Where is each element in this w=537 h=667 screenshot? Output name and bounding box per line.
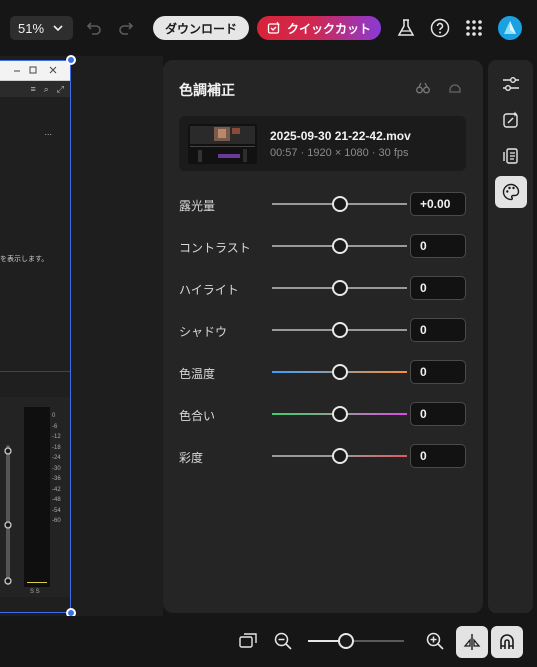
zoom-slider-handle[interactable] xyxy=(338,633,355,649)
zoom-level-value: 51% xyxy=(18,20,45,36)
temperature-value-input[interactable]: 0 xyxy=(410,360,466,384)
menu-icon: ≡ xyxy=(30,84,36,94)
avatar[interactable] xyxy=(498,16,522,40)
source-file-card[interactable]: 2025-09-30 21-22-42.mov 00:57 · 1920 × 1… xyxy=(179,116,466,171)
resize-handle-top[interactable] xyxy=(66,55,76,65)
split-icon xyxy=(463,634,481,650)
divider xyxy=(0,371,70,372)
highlights-slider-handle[interactable] xyxy=(331,280,348,296)
quickcut-button[interactable]: クイックカット xyxy=(257,16,381,40)
quickcut-label: クイックカット xyxy=(286,21,371,36)
magnet-button[interactable] xyxy=(491,626,523,658)
saturation-slider-handle[interactable] xyxy=(331,448,348,464)
audio-level-line xyxy=(27,582,47,583)
tint-slider-handle[interactable] xyxy=(331,406,348,422)
file-name: 2025-09-30 21-22-42.mov xyxy=(270,129,411,143)
adjust-row-saturation: 彩度 0 xyxy=(179,444,467,468)
speed-button[interactable] xyxy=(495,140,527,172)
exposure-value-input[interactable]: +0.00 xyxy=(410,192,466,216)
quickcut-icon xyxy=(267,21,280,34)
reset-icon[interactable] xyxy=(447,80,463,96)
meter-scale-label: -60 xyxy=(52,518,61,524)
search-icon: ⌕ xyxy=(43,84,49,94)
fit-screen-icon[interactable] xyxy=(237,630,259,652)
flask-icon[interactable] xyxy=(395,17,417,39)
magic-edit-icon xyxy=(503,111,518,128)
color-adjust-button[interactable] xyxy=(495,176,527,208)
adjust-label: ハイライト xyxy=(179,283,239,297)
zoom-out-icon[interactable] xyxy=(272,630,294,652)
chevron-down-icon xyxy=(53,25,63,32)
adjust-row-highlights: ハイライト 0 xyxy=(179,276,467,300)
meter-scale: 0 -6 -12 -18 -24 -30 -36 -42 -48 -54 -60 xyxy=(52,411,61,527)
adjust-row-exposure: 露光量 +0.00 xyxy=(179,192,467,216)
adjust-sliders-button[interactable] xyxy=(495,68,527,100)
shadows-value-input[interactable]: 0 xyxy=(410,318,466,342)
meter-scale-label: -42 xyxy=(52,486,61,493)
adjust-label: シャドウ xyxy=(179,325,228,339)
meter-scale-label: -12 xyxy=(52,434,61,440)
compare-icon[interactable] xyxy=(415,80,431,96)
video-preview[interactable]: ≡ ⌕ ⤢ ... を表示します。 0 -6 -12 -18 -24 -30 -36 -42 -48… xyxy=(0,60,71,613)
meter-scale-label: -36 xyxy=(52,476,61,482)
meter-scale-label: -24 xyxy=(52,455,61,461)
preview-window-toolbar: ≡ ⌕ ⤢ xyxy=(0,81,70,97)
zoom-in-icon[interactable] xyxy=(424,630,446,652)
temperature-slider-handle[interactable] xyxy=(331,364,348,380)
adjust-row-shadows: シャドウ 0 xyxy=(179,318,467,342)
zoom-level-select[interactable]: 51% xyxy=(10,16,73,40)
meter-scale-label: -6 xyxy=(52,423,58,430)
highlights-value-input[interactable]: 0 xyxy=(410,276,466,300)
meter-scale-label: -54 xyxy=(52,507,61,514)
panel-title: 色調補正 xyxy=(179,82,235,98)
help-icon[interactable] xyxy=(429,17,451,39)
magnet-icon xyxy=(500,634,514,649)
audio-level-meter xyxy=(24,407,50,587)
adjust-sliders-icon xyxy=(503,77,519,91)
meter-scale-label: -18 xyxy=(52,444,61,451)
magic-edit-button[interactable] xyxy=(495,104,527,136)
bottom-toolbar xyxy=(0,616,537,667)
expand-icon: ⤢ xyxy=(56,84,64,94)
preview-dots: ... xyxy=(44,127,52,137)
right-toolbar xyxy=(488,60,533,613)
color-palette-icon xyxy=(502,183,520,201)
speed-icon xyxy=(503,148,518,164)
preview-window-titlebar xyxy=(0,61,70,81)
contrast-slider-handle[interactable] xyxy=(331,238,348,254)
preview-snippet-text: を表示します。 xyxy=(0,256,49,263)
saturation-value-input[interactable]: 0 xyxy=(410,444,466,468)
adjust-row-contrast: コントラスト 0 xyxy=(179,234,467,258)
adjust-label: 露光量 xyxy=(179,199,216,213)
adjust-row-temperature: 色温度 0 xyxy=(179,360,467,384)
meter-scale-label: -30 xyxy=(52,465,61,472)
top-toolbar: 51% ダウンロード クイックカット xyxy=(0,0,537,56)
redo-icon[interactable] xyxy=(117,18,137,38)
undo-icon[interactable] xyxy=(83,18,103,38)
app-window: 51% ダウンロード クイックカット ≡ ⌕ ⤢ ... を表示します。 0 -… xyxy=(0,0,537,667)
contrast-value-input[interactable]: 0 xyxy=(410,234,466,258)
adjust-row-tint: 色合い 0 xyxy=(179,402,467,426)
adjust-label: コントラスト xyxy=(179,241,251,255)
adjust-label: 色合い xyxy=(179,409,216,423)
shadows-slider-handle[interactable] xyxy=(331,322,348,338)
video-thumbnail xyxy=(188,124,257,164)
tint-value-input[interactable]: 0 xyxy=(410,402,466,426)
meter-scale-label: -48 xyxy=(52,497,61,503)
apps-grid-icon[interactable] xyxy=(463,17,485,39)
adjust-label: 彩度 xyxy=(179,451,204,465)
avatar-logo-icon xyxy=(504,21,516,34)
meter-channels: S S xyxy=(30,589,40,595)
split-button[interactable] xyxy=(456,626,488,658)
color-adjust-panel: 色調補正 2025-09-30 21-22-42.mov 00:57 · 192… xyxy=(163,60,483,613)
exposure-slider-handle[interactable] xyxy=(331,196,348,212)
adjust-label: 色温度 xyxy=(179,367,216,381)
meter-scale-label: 0 xyxy=(52,413,56,419)
download-button[interactable]: ダウンロード xyxy=(153,16,249,40)
preview-mixer-area: 0 -6 -12 -18 -24 -30 -36 -42 -48 -54 -60 S S xyxy=(0,397,70,597)
file-meta: 00:57 · 1920 × 1080 · 30 fps xyxy=(270,147,409,159)
